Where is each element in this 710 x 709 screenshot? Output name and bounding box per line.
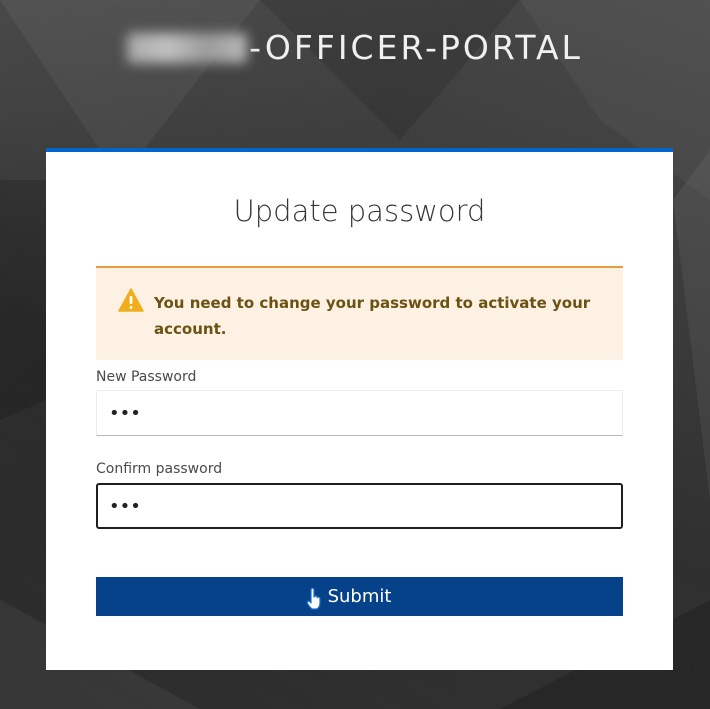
update-password-card: Update password You need to change your … (46, 148, 673, 670)
alert-message: You need to change your password to acti… (154, 294, 591, 338)
redacted-organization-name (127, 32, 248, 63)
warning-alert: You need to change your password to acti… (96, 266, 623, 360)
hand-pointer-cursor-icon (306, 588, 321, 610)
portal-header: -OFFICER-PORTAL (0, 28, 710, 72)
page-title: Update password (233, 194, 486, 228)
portal-title: -OFFICER-PORTAL (249, 28, 583, 67)
new-password-input[interactable] (96, 390, 623, 436)
new-password-label: New Password (96, 369, 197, 385)
confirm-password-input[interactable] (96, 483, 623, 529)
submit-button[interactable]: Submit (96, 577, 623, 616)
confirm-password-label: Confirm password (96, 461, 223, 477)
warning-triangle-icon (118, 288, 144, 312)
